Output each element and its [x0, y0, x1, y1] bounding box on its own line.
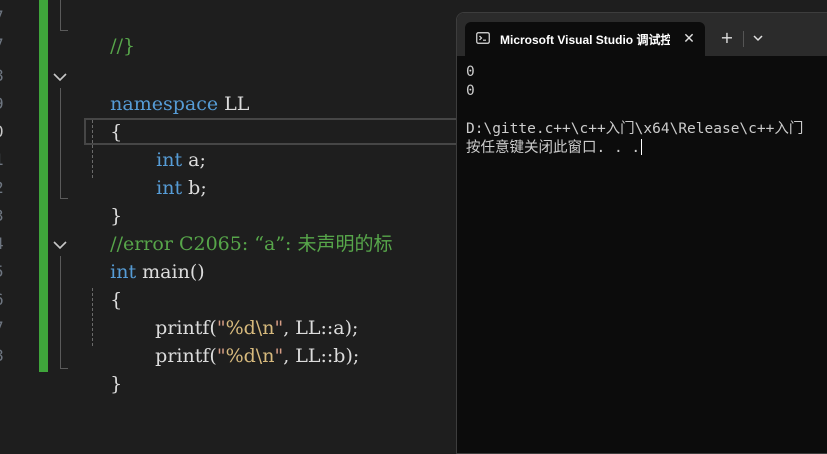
code-line[interactable]: int main(): [86, 230, 204, 283]
code-line-current[interactable]: int a;: [132, 118, 206, 171]
identifier-token: LL: [218, 93, 250, 115]
fold-guide: [60, 0, 61, 30]
brace-token: {: [110, 121, 123, 143]
code-line[interactable]: }: [86, 174, 122, 227]
function-token: printf: [155, 345, 210, 367]
format-specifier: %d\n: [225, 345, 275, 367]
line-number: 5: [0, 258, 6, 286]
fold-guide: [60, 198, 68, 199]
fold-guide: [60, 256, 61, 368]
keyword-token: int: [156, 177, 183, 199]
line-number: 2: [0, 174, 6, 202]
code-line[interactable]: int b;: [132, 146, 207, 199]
brace-token: }: [110, 373, 123, 395]
string-quote: ": [274, 345, 284, 367]
line-number: 9: [0, 90, 6, 118]
output-line: D:\gitte.c++\c++入门\x64\Release\c++入门: [466, 121, 804, 137]
line-number: 1: [0, 146, 6, 174]
code-line[interactable]: //error C2065: “a”: 未声明的标: [86, 202, 392, 255]
fold-guide: [60, 368, 68, 369]
output-line: 0: [466, 64, 475, 80]
code-line[interactable]: {: [86, 258, 122, 311]
fold-chevron-icon[interactable]: [51, 68, 69, 86]
fold-guide: [60, 30, 68, 31]
debug-console-window[interactable]: Microsoft Visual Studio 调试控 ✕ + 0 0 D:\g…: [456, 12, 827, 454]
line-number: 8: [0, 342, 6, 370]
code-line[interactable]: printf("%d\n", LL::b);: [131, 314, 359, 367]
code-line[interactable]: //}: [86, 4, 135, 57]
string-quote: ": [216, 345, 226, 367]
identifier-token: b;: [182, 177, 207, 199]
fold-guide: [60, 88, 61, 198]
terminal-title-bar[interactable]: Microsoft Visual Studio 调试控 ✕ +: [457, 13, 827, 56]
paren-token: (: [209, 345, 217, 367]
tab-title: Microsoft Visual Studio 调试控: [500, 33, 670, 47]
terminal-icon: [476, 32, 490, 44]
line-number: 7: [0, 3, 6, 31]
divider: [743, 31, 744, 47]
line-number: 0: [0, 118, 6, 146]
line-number-gutter: 7 7 8 9 0 1 2 3 4 5 6 7 8: [0, 0, 40, 446]
brace-token: {: [110, 289, 123, 311]
terminal-output[interactable]: 0 0 D:\gitte.c++\c++入门\x64\Release\c++入门…: [466, 63, 827, 158]
fold-chevron-icon[interactable]: [51, 236, 69, 254]
close-tab-button[interactable]: ✕: [679, 29, 699, 49]
code-line[interactable]: printf("%d\n", LL::a);: [131, 286, 358, 339]
change-tracking-bar: [39, 0, 48, 372]
line-number: 7: [0, 31, 6, 59]
text-cursor: [641, 139, 643, 155]
code-line[interactable]: {: [86, 90, 122, 143]
output-line: 0: [466, 83, 475, 99]
new-tab-button[interactable]: +: [715, 26, 739, 50]
code-line[interactable]: namespace LL: [86, 62, 249, 115]
code-line[interactable]: }: [86, 342, 122, 395]
line-number: 7: [0, 314, 6, 342]
output-line-prompt: 按任意键关闭此窗口. . .: [466, 139, 827, 158]
identifier-token: main(): [136, 261, 205, 283]
line-number: 8: [0, 62, 6, 90]
line-number: 6: [0, 286, 6, 314]
comment-text: //}: [110, 35, 136, 57]
terminal-tab[interactable]: Microsoft Visual Studio 调试控 ✕: [465, 22, 705, 56]
prompt-text: 按任意键关闭此窗口. . .: [466, 140, 641, 156]
identifier-token: , LL::b);: [283, 345, 360, 367]
line-number: 3: [0, 202, 6, 230]
chevron-down-icon[interactable]: [747, 26, 769, 50]
line-number: 4: [0, 230, 6, 258]
keyword-token: namespace: [110, 93, 219, 115]
